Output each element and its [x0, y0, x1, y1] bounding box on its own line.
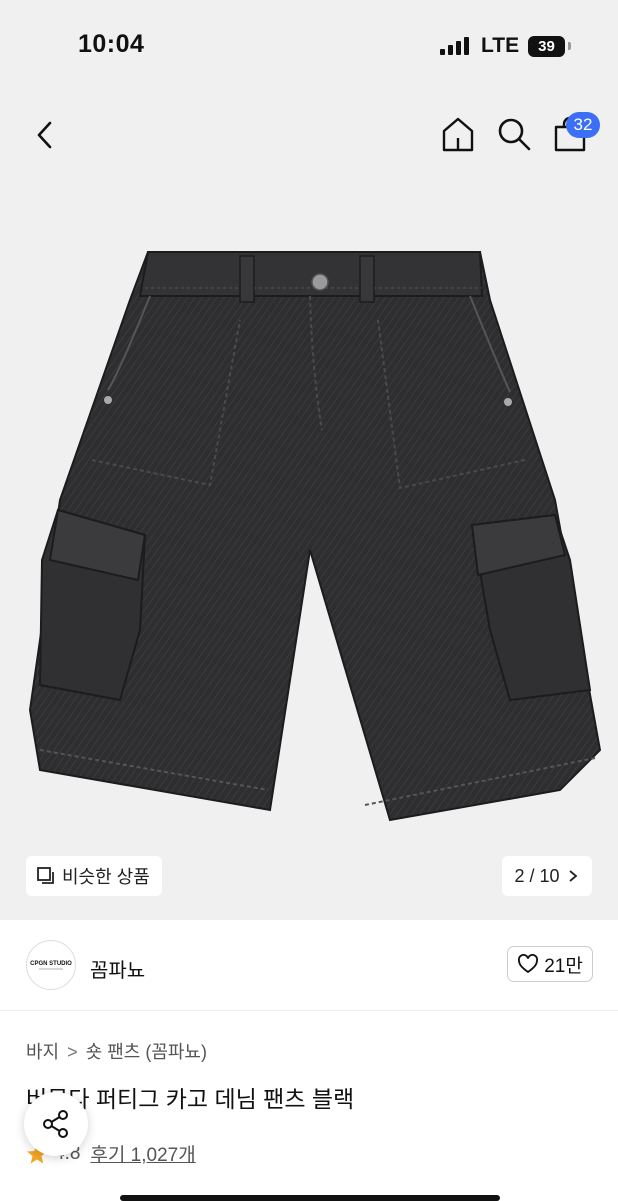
- breadcrumb: 바지 > 숏 팬츠 (꼼파뇨): [26, 1038, 207, 1064]
- breadcrumb-item[interactable]: 숏 팬츠 (꼼파뇨): [86, 1042, 207, 1062]
- battery-cap: [568, 42, 571, 50]
- status-bar: 10:04 LTE 39: [0, 0, 618, 90]
- status-time: 10:04: [78, 30, 145, 58]
- share-button[interactable]: [24, 1092, 88, 1156]
- chevron-right-icon: [568, 870, 577, 882]
- image-pager[interactable]: 2 / 10: [502, 856, 592, 896]
- share-icon: [43, 1110, 68, 1138]
- breadcrumb-item[interactable]: 바지: [26, 1042, 59, 1062]
- brand-name[interactable]: 꼼파뇨: [90, 954, 145, 983]
- home-indicator: [120, 1195, 500, 1201]
- search-icon[interactable]: [494, 114, 534, 154]
- network-label: LTE: [481, 34, 520, 57]
- back-arrow-icon[interactable]: [28, 116, 62, 154]
- signal-icon: [440, 37, 470, 55]
- home-icon[interactable]: [438, 114, 478, 154]
- similar-products-label: 비슷한 상품: [62, 867, 150, 887]
- pager-label: 2 / 10: [514, 865, 560, 886]
- similar-icon: [37, 867, 54, 884]
- product-photo[interactable]: [0, 230, 618, 840]
- top-nav-bar: [0, 100, 618, 170]
- brand-row: CPGN STUDIO 꼼파뇨 21만: [0, 930, 618, 1002]
- similar-products-button[interactable]: 비슷한 상품: [26, 856, 162, 896]
- brand-logo[interactable]: CPGN STUDIO: [26, 940, 76, 990]
- divider: [0, 1010, 618, 1011]
- like-button[interactable]: 21만: [507, 946, 593, 982]
- like-count: 21만: [544, 955, 583, 977]
- heart-icon: [518, 954, 539, 974]
- battery-icon: 39: [528, 36, 565, 57]
- svg-text:CPGN STUDIO: CPGN STUDIO: [30, 961, 72, 967]
- cart-count-badge: 32: [566, 112, 600, 138]
- review-count-link[interactable]: 후기 1,027개: [90, 1140, 195, 1167]
- breadcrumb-separator: >: [67, 1042, 78, 1062]
